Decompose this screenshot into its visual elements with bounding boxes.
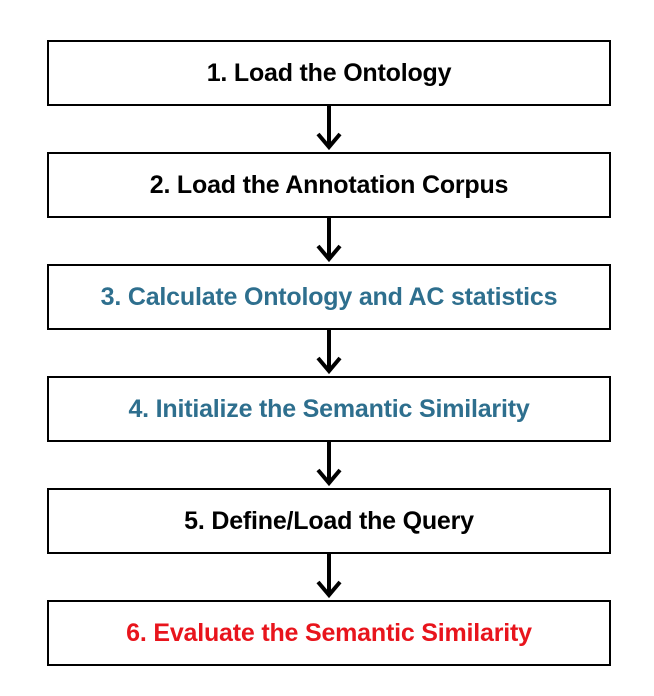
step-5-box: 5. Define/Load the Query (47, 488, 611, 554)
step-2-label: 2. Load the Annotation Corpus (149, 170, 509, 199)
step-4-box: 4. Initialize the Semantic Similarity (47, 376, 611, 442)
arrow-down-icon (316, 106, 342, 151)
arrow-down-icon (316, 330, 342, 375)
step-6-box: 6. Evaluate the Semantic Similarity (47, 600, 611, 666)
workflow-diagram: 1. Load the Ontology 2. Load the Annotat… (47, 40, 611, 666)
arrow-down-icon (316, 554, 342, 599)
arrow-2-to-3 (47, 218, 611, 264)
step-3-label: 3. Calculate Ontology and AC statistics (100, 282, 558, 311)
arrow-down-icon (316, 442, 342, 487)
step-4-label: 4. Initialize the Semantic Similarity (128, 394, 530, 423)
arrow-1-to-2 (47, 106, 611, 152)
arrow-3-to-4 (47, 330, 611, 376)
arrow-down-icon (316, 218, 342, 263)
step-1-box: 1. Load the Ontology (47, 40, 611, 106)
step-5-label: 5. Define/Load the Query (184, 506, 474, 535)
arrow-4-to-5 (47, 442, 611, 488)
step-2-box: 2. Load the Annotation Corpus (47, 152, 611, 218)
step-1-label: 1. Load the Ontology (206, 58, 452, 87)
step-3-box: 3. Calculate Ontology and AC statistics (47, 264, 611, 330)
step-6-label: 6. Evaluate the Semantic Similarity (126, 618, 532, 647)
arrow-5-to-6 (47, 554, 611, 600)
